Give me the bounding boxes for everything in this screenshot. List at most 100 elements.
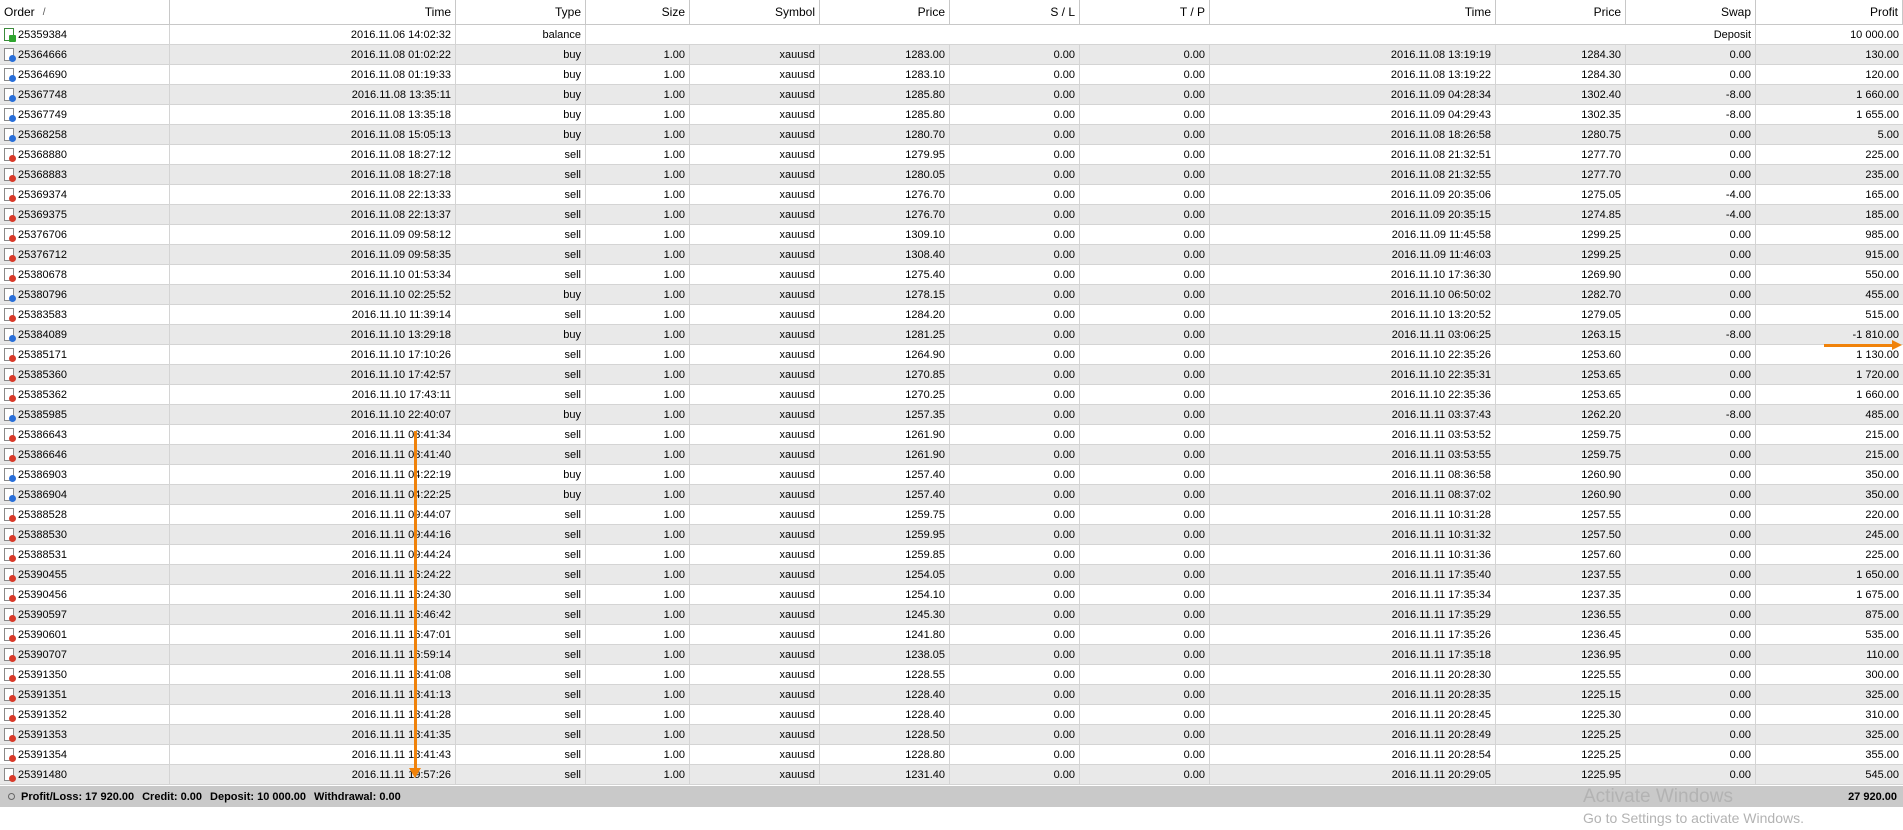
stop-loss-cell: 0.00 [950,265,1080,284]
symbol-cell: xauusd [690,105,820,124]
open-price-cell: 1284.20 [820,305,950,324]
order-number: 25368883 [18,168,67,181]
order-number: 25390456 [18,588,67,601]
size-cell: 1.00 [586,705,690,724]
table-row[interactable]: 25376712 2016.11.09 09:58:35 sell 1.00 xauus… [0,245,1903,265]
open-price-cell: 1228.40 [820,705,950,724]
order-number: 25391351 [18,688,67,701]
size-cell: 1.00 [586,625,690,644]
close-price-cell: 1262.20 [1496,405,1626,424]
take-profit-cell: 0.00 [1080,745,1210,764]
balance-row[interactable]: 25359384 2016.11.06 14:02:32 balance Dep… [0,25,1903,45]
close-price-cell: 1260.90 [1496,465,1626,484]
table-row[interactable]: 25390707 2016.11.11 16:59:14 sell 1.00 xauus… [0,645,1903,665]
table-row[interactable]: 25380796 2016.11.10 02:25:52 buy 1.00 xauusd… [0,285,1903,305]
table-row[interactable]: 25391480 2016.11.11 19:57:26 sell 1.00 xauus… [0,765,1903,785]
table-row[interactable]: 25386646 2016.11.11 03:41:40 sell 1.00 xauus… [0,445,1903,465]
table-row[interactable]: 25386904 2016.11.11 04:22:25 buy 1.00 xauusd… [0,485,1903,505]
document-sell-icon [4,348,16,362]
profit-cell: -1 810.00 [1852,328,1899,341]
table-row[interactable]: 25369374 2016.11.08 22:13:33 sell 1.00 xauus… [0,185,1903,205]
close-time-cell: 2016.11.10 13:20:52 [1210,305,1496,324]
table-row[interactable]: 25364666 2016.11.08 01:02:22 buy 1.00 xauusd… [0,45,1903,65]
open-time-cell: 2016.11.08 01:19:33 [170,65,456,84]
table-row[interactable]: 25364690 2016.11.08 01:19:33 buy 1.00 xauusd… [0,65,1903,85]
table-row[interactable]: 25388531 2016.11.11 09:44:24 sell 1.00 xauus… [0,545,1903,565]
profit-cell: 1 650.00 [1856,568,1899,581]
order-cell: 25385171 [0,345,170,364]
table-row[interactable]: 25367749 2016.11.08 13:35:18 buy 1.00 xauusd… [0,105,1903,125]
header-profit[interactable]: Profit [1756,0,1903,24]
summary-circle-icon [8,793,15,800]
table-row[interactable]: 25385360 2016.11.10 17:42:57 sell 1.00 xauus… [0,365,1903,385]
stop-loss-cell: 0.00 [950,245,1080,264]
take-profit-cell: 0.00 [1080,205,1210,224]
table-row[interactable]: 25391350 2016.11.11 18:41:08 sell 1.00 xauus… [0,665,1903,685]
table-row[interactable]: 25388530 2016.11.11 09:44:16 sell 1.00 xauus… [0,525,1903,545]
table-row[interactable]: 25386903 2016.11.11 04:22:19 buy 1.00 xauusd… [0,465,1903,485]
watermark-title: Activate Windows [1583,786,1733,807]
table-header: Order / Time Type Size Symbol Price S / … [0,0,1903,25]
close-time-cell: 2016.11.11 17:35:26 [1210,625,1496,644]
table-row[interactable]: 25385985 2016.11.10 22:40:07 buy 1.00 xauusd… [0,405,1903,425]
header-open-time[interactable]: Time [170,0,456,24]
table-row[interactable]: 25390456 2016.11.11 16:24:30 sell 1.00 xauus… [0,585,1903,605]
type-cell: sell [456,185,586,204]
order-number: 25390707 [18,648,67,661]
stop-loss-cell: 0.00 [950,385,1080,404]
open-time-cell: 2016.11.08 18:27:12 [170,145,456,164]
header-take-profit[interactable]: T / P [1080,0,1210,24]
type-cell: sell [456,765,586,784]
table-row[interactable]: 25391351 2016.11.11 18:41:13 sell 1.00 xauus… [0,685,1903,705]
swap-cell: 0.00 [1626,625,1756,644]
table-row[interactable]: 25368258 2016.11.08 15:05:13 buy 1.00 xauusd… [0,125,1903,145]
header-open-price[interactable]: Price [820,0,950,24]
header-close-time[interactable]: Time [1210,0,1496,24]
swap-cell: 0.00 [1626,345,1756,364]
open-price-cell: 1276.70 [820,205,950,224]
open-price-cell: 1270.25 [820,385,950,404]
header-type[interactable]: Type [456,0,586,24]
table-row[interactable]: 25383583 2016.11.10 11:39:14 sell 1.00 xauus… [0,305,1903,325]
table-row[interactable]: 25380678 2016.11.10 01:53:34 sell 1.00 xauus… [0,265,1903,285]
symbol-cell: xauusd [690,765,820,784]
table-row[interactable]: 25385171 2016.11.10 17:10:26 sell 1.00 xauus… [0,345,1903,365]
table-row[interactable]: 25369375 2016.11.08 22:13:37 sell 1.00 xauus… [0,205,1903,225]
open-time-cell: 2016.11.06 14:02:32 [170,25,456,44]
take-profit-cell: 0.00 [1080,125,1210,144]
table-row[interactable]: 25384089 2016.11.10 13:29:18 buy 1.00 xauusd… [0,325,1903,345]
stop-loss-cell: 0.00 [950,665,1080,684]
swap-cell: 0.00 [1626,385,1756,404]
close-price-cell: 1277.70 [1496,145,1626,164]
table-row[interactable]: 25386643 2016.11.11 03:41:34 sell 1.00 xauus… [0,425,1903,445]
open-price-cell: 1270.85 [820,365,950,384]
swap-cell: 0.00 [1626,305,1756,324]
table-row[interactable]: 25390597 2016.11.11 16:46:42 sell 1.00 xauus… [0,605,1903,625]
table-row[interactable]: 25367748 2016.11.08 13:35:11 buy 1.00 xauusd… [0,85,1903,105]
symbol-cell: xauusd [690,185,820,204]
header-swap[interactable]: Swap [1626,0,1756,24]
close-price-cell: 1253.65 [1496,365,1626,384]
close-time-cell: 2016.11.10 22:35:31 [1210,365,1496,384]
table-row[interactable]: 25391354 2016.11.11 18:41:43 sell 1.00 xauus… [0,745,1903,765]
header-stop-loss[interactable]: S / L [950,0,1080,24]
table-row[interactable]: 25385362 2016.11.10 17:43:11 sell 1.00 xauus… [0,385,1903,405]
table-row[interactable]: 25391353 2016.11.11 18:41:35 sell 1.00 xauus… [0,725,1903,745]
header-size[interactable]: Size [586,0,690,24]
order-number: 25385362 [18,388,67,401]
table-row[interactable]: 25368880 2016.11.08 18:27:12 sell 1.00 xauus… [0,145,1903,165]
header-close-price[interactable]: Price [1496,0,1626,24]
table-row[interactable]: 25391352 2016.11.11 18:41:28 sell 1.00 xauus… [0,705,1903,725]
profit-cell: 985.00 [1865,228,1899,241]
table-row[interactable]: 25376706 2016.11.09 09:58:12 sell 1.00 xauus… [0,225,1903,245]
table-row[interactable]: 25390455 2016.11.11 16:24:22 sell 1.00 xauus… [0,565,1903,585]
stop-loss-cell: 0.00 [950,705,1080,724]
header-order[interactable]: Order / [0,0,170,24]
header-symbol[interactable]: Symbol [690,0,820,24]
size-cell: 1.00 [586,265,690,284]
table-row[interactable]: 25368883 2016.11.08 18:27:18 sell 1.00 xauus… [0,165,1903,185]
table-row[interactable]: 25390601 2016.11.11 16:47:01 sell 1.00 xauus… [0,625,1903,645]
order-cell: 25376712 [0,245,170,264]
table-row[interactable]: 25388528 2016.11.11 09:44:07 sell 1.00 xauus… [0,505,1903,525]
symbol-cell: xauusd [690,345,820,364]
